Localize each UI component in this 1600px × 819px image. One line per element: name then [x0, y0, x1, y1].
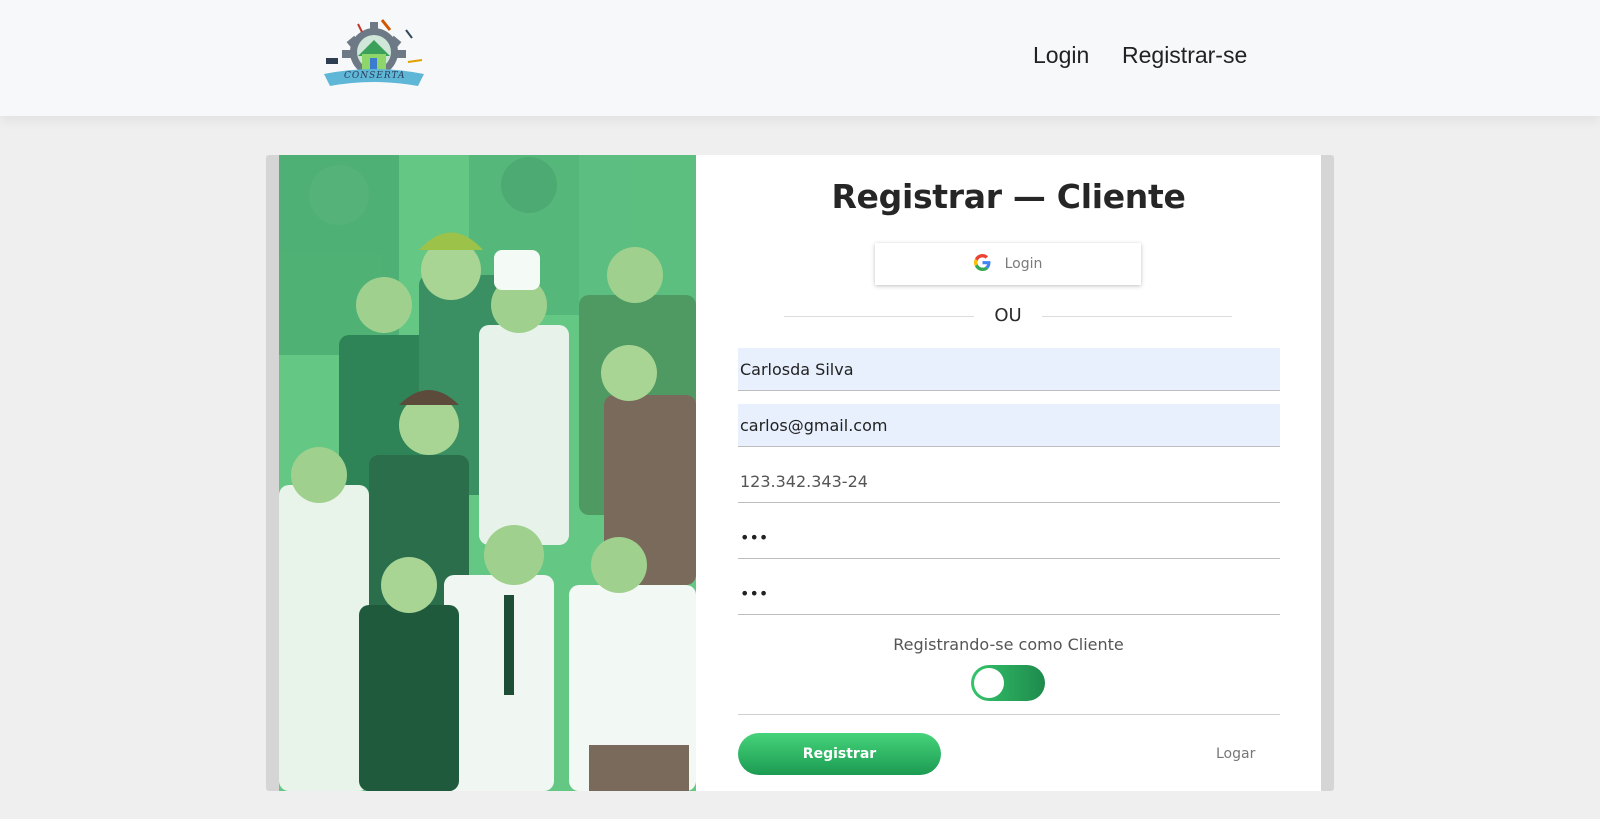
hero-illustration [279, 155, 696, 791]
google-login-label: Login [1004, 256, 1043, 272]
role-toggle[interactable] [971, 665, 1045, 701]
toggle-knob [974, 668, 1004, 698]
logo-text: CONSERTA [344, 71, 406, 81]
register-form: Registrar — Cliente Login OU Registrando… [696, 155, 1321, 791]
role-label: Registrando-se como Cliente [893, 635, 1124, 654]
page-title: Registrar — Cliente [831, 177, 1186, 216]
name-input[interactable] [738, 348, 1280, 391]
email-input[interactable] [738, 404, 1280, 447]
form-separator [738, 714, 1280, 715]
google-icon [973, 253, 991, 275]
nav-register-link[interactable]: Registrar-se [1122, 42, 1247, 69]
or-divider: OU [784, 305, 1232, 327]
conserta-logo[interactable]: CONSERTA [318, 16, 430, 94]
confirm-password-input[interactable] [738, 572, 1280, 615]
google-login-button[interactable]: Login [875, 243, 1141, 285]
register-button[interactable]: Registrar [738, 733, 941, 775]
password-input[interactable] [738, 516, 1280, 559]
nav-login-link[interactable]: Login [1033, 42, 1089, 69]
cpf-input[interactable] [738, 460, 1280, 503]
or-text: OU [994, 305, 1022, 326]
login-link[interactable]: Logar [1216, 746, 1255, 762]
top-navbar: CONSERTA Login Registrar-se [0, 0, 1600, 116]
